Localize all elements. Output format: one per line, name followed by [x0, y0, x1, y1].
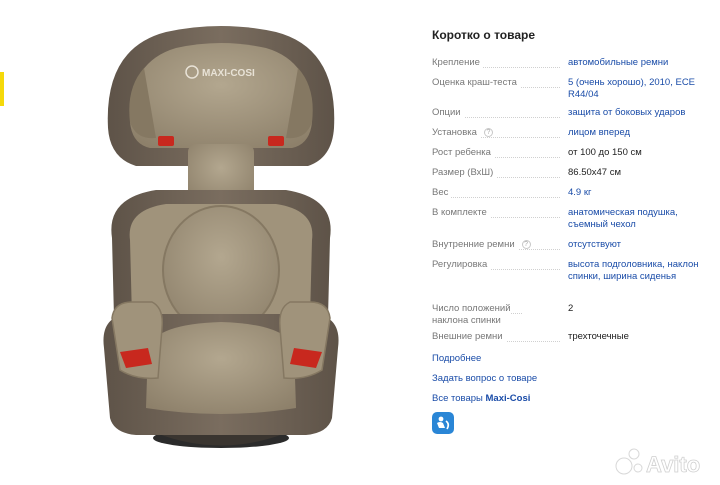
avito-watermark-text: Avito — [646, 452, 700, 477]
spec-list: Крепление автомобильные ремни Оценка краш-… — [432, 57, 720, 351]
spec-value[interactable]: высота подголовника, наклон спинки, шири… — [568, 259, 708, 283]
spec-value[interactable]: автомобильные ремни — [568, 57, 708, 69]
spec-value: 86.50x47 см — [568, 167, 622, 178]
spec-label: Число положений наклона спинки — [432, 303, 522, 327]
more-link[interactable]: Подробнее — [432, 353, 537, 365]
spec-value[interactable]: 5 (очень хорошо), 2010, ECE R44/04 — [568, 77, 708, 101]
side-accent-tab — [0, 72, 4, 106]
spec-value[interactable]: лицом вперед — [568, 127, 708, 139]
spec-value[interactable]: анатомическая подушка, съемный чехол — [568, 207, 708, 231]
product-links: Подробнее Задать вопрос о товаре Все тов… — [432, 353, 537, 413]
spec-row: Регулировка высота подголовника, наклон с… — [432, 259, 720, 303]
spec-row: Размер (ВхШ) 86.50x47 см — [432, 167, 720, 187]
spec-row: В комплекте анатомическая подушка, съемны… — [432, 207, 720, 239]
spec-row: Внешние ремни трехточечные — [432, 331, 720, 351]
spec-label: В комплекте — [432, 207, 560, 219]
product-photo: MAXI-COSI — [103, 26, 339, 448]
spec-label: Установка? — [432, 127, 560, 139]
all-brand-products-link[interactable]: Все товары Maxi-Cosi — [432, 393, 537, 405]
spec-label: Рост ребенка — [432, 147, 560, 159]
spec-label: Оценка краш-теста — [432, 77, 560, 89]
spec-label: Внешние ремни — [432, 331, 560, 343]
brand-name: Maxi-Cosi — [485, 393, 531, 404]
spec-value[interactable]: защита от боковых ударов — [568, 107, 708, 119]
ask-question-link[interactable]: Задать вопрос о товаре — [432, 373, 537, 385]
spec-row: Число положений наклона спинки 2 — [432, 303, 720, 331]
spec-value[interactable]: отсутствуют — [568, 239, 708, 251]
help-icon[interactable]: ? — [521, 240, 531, 249]
spec-row: Опции защита от боковых ударов — [432, 107, 720, 127]
avito-watermark: Avito — [612, 440, 712, 480]
spec-row: Установка? лицом вперед — [432, 127, 720, 147]
spec-row: Рост ребенка от 100 до 150 см — [432, 147, 720, 167]
all-products-prefix: Все товары — [432, 393, 486, 404]
help-icon[interactable]: ? — [483, 128, 493, 137]
spec-label: Вес — [432, 187, 560, 199]
specs-title: Коротко о товаре — [432, 28, 536, 42]
spec-value: от 100 до 150 см — [568, 147, 642, 158]
spec-value: 2 — [568, 303, 574, 314]
spec-row: Крепление автомобильные ремни — [432, 57, 720, 77]
product-specs: Коротко о товаре Крепление автомобильные … — [432, 28, 720, 351]
spec-label: Размер (ВхШ) — [432, 167, 560, 179]
spec-label: Внутренние ремни? — [432, 239, 560, 251]
spec-label: Опции — [432, 107, 560, 119]
spec-row: Вес 4.9 кг — [432, 187, 720, 207]
spec-label: Крепление — [432, 57, 560, 69]
spec-value[interactable]: 4.9 кг — [568, 187, 708, 199]
spec-value: трехточечные — [568, 331, 629, 342]
spec-label: Регулировка — [432, 259, 560, 271]
brand-logo-text: MAXI-COSI — [202, 68, 255, 79]
spec-row: Внутренние ремни? отсутствуют — [432, 239, 720, 259]
spec-row: Оценка краш-теста 5 (очень хорошо), 2010,… — [432, 77, 720, 107]
isofix-badge-icon — [432, 412, 454, 434]
